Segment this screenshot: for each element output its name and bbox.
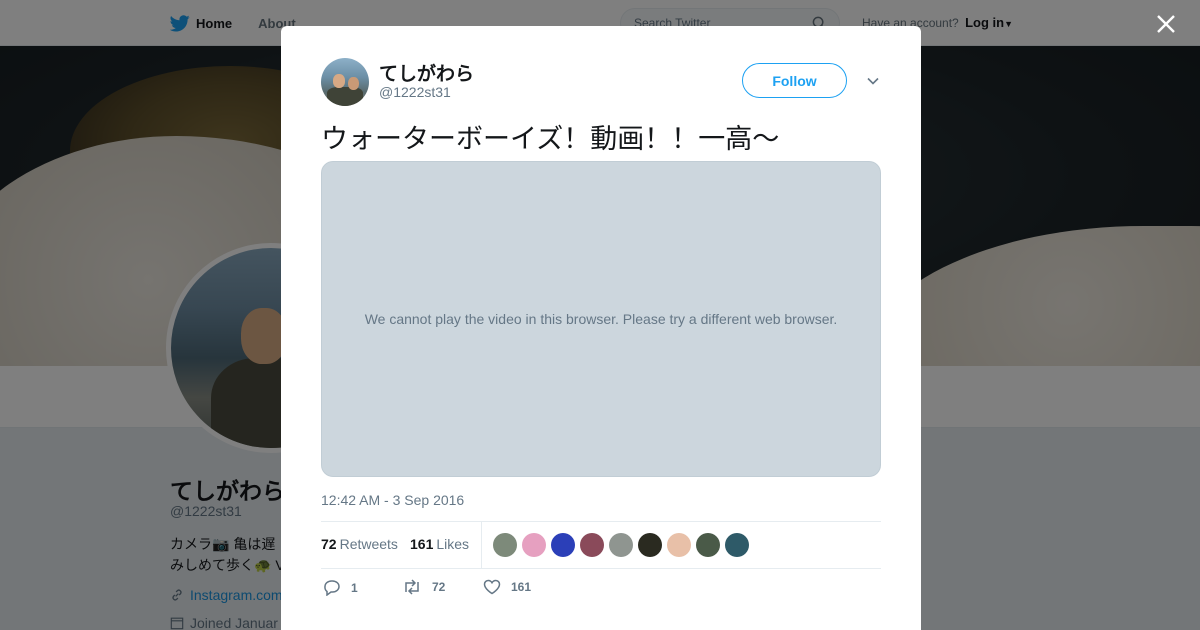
liker-avatar[interactable] (667, 533, 691, 557)
reply-button[interactable]: 1 (323, 579, 358, 596)
liker-avatar[interactable] (725, 533, 749, 557)
like-button[interactable]: 161 (483, 579, 531, 595)
liker-avatar[interactable] (551, 533, 575, 557)
heart-icon (483, 579, 501, 595)
liker-avatar[interactable] (493, 533, 517, 557)
video-error-message: We cannot play the video in this browser… (364, 311, 838, 327)
retweet-action-count: 72 (432, 580, 446, 594)
retweet-button[interactable]: 72 (402, 579, 445, 595)
tweet-menu-button[interactable] (863, 71, 883, 91)
likes-count: 161 (410, 536, 434, 552)
reply-count: 1 (351, 580, 358, 595)
liker-avatar[interactable] (638, 533, 662, 557)
liker-avatar[interactable] (696, 533, 720, 557)
tweet-timestamp[interactable]: 12:42 AM - 3 Sep 2016 (321, 492, 464, 508)
liker-avatar[interactable] (580, 533, 604, 557)
avatar-face-right (348, 77, 359, 90)
reply-icon (324, 580, 340, 596)
tweet-author-handle[interactable]: @1222st31 (379, 84, 451, 100)
tweet-author-name[interactable]: てしがわら (379, 59, 474, 86)
tweet-stats: 72 Retweets 161 Likes (321, 521, 881, 569)
video-player[interactable]: We cannot play the video in this browser… (321, 161, 881, 477)
retweets-label: Retweets (339, 536, 398, 552)
stats-divider (481, 522, 482, 569)
avatar-face-left (333, 74, 345, 88)
close-icon (1157, 15, 1175, 33)
retweet-icon (405, 579, 419, 595)
tweet-modal: てしがわら @1222st31 Follow ウォーターボーイズ！動画！！一高〜… (281, 26, 921, 630)
close-modal-button[interactable] (1154, 12, 1178, 36)
liker-avatar[interactable] (522, 533, 546, 557)
likes-label: Likes (436, 536, 470, 552)
retweets-stat[interactable]: 72 Retweets (321, 536, 398, 552)
tweet-text: ウォーターボーイズ！動画！！一高〜 (321, 124, 780, 155)
tweet-author-avatar[interactable] (321, 58, 369, 106)
avatar-body (327, 87, 363, 106)
chevron-down-icon (867, 77, 879, 85)
likes-stat[interactable]: 161 Likes (410, 536, 469, 552)
follow-button[interactable]: Follow (742, 63, 847, 98)
like-action-count: 161 (511, 580, 532, 594)
liker-avatar[interactable] (609, 533, 633, 557)
likers-avatar-list (493, 533, 749, 557)
retweets-count: 72 (321, 536, 337, 552)
